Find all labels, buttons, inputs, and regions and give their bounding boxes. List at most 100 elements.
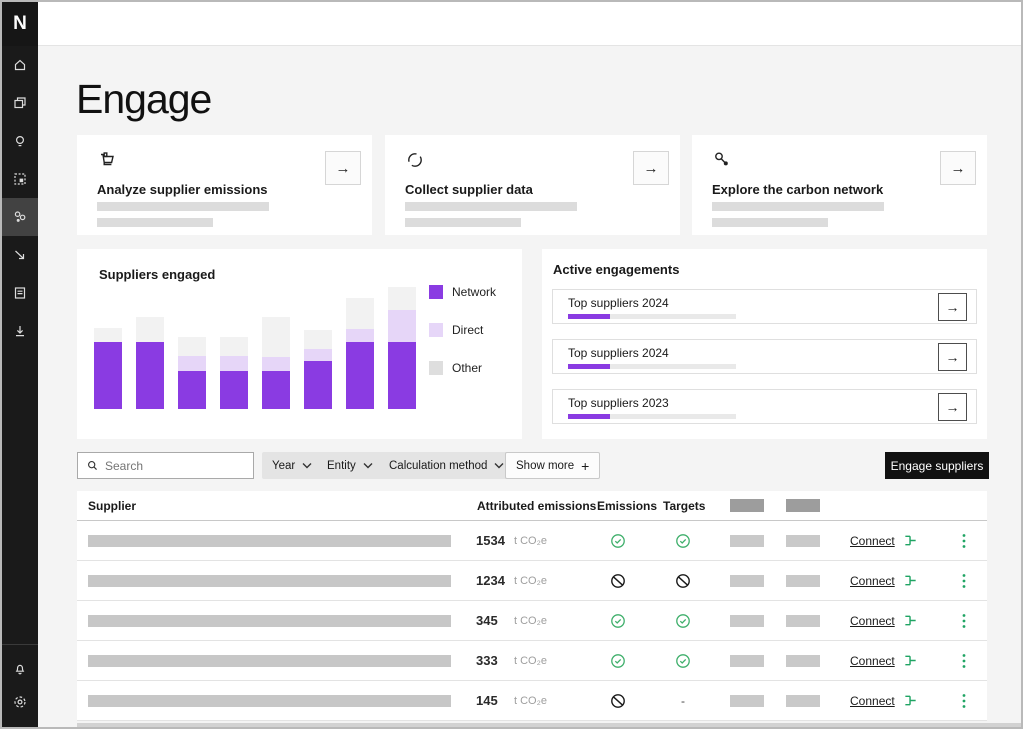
filter-year[interactable]: Year [262, 452, 322, 479]
table-row: 333 t CO₂e - - Connect [77, 641, 987, 681]
chart-trend-icon [12, 247, 28, 263]
bar-segment-other [178, 337, 206, 356]
bar-segment-direct [304, 349, 332, 361]
cell-placeholder [730, 615, 764, 627]
connect-plug-icon [903, 653, 918, 668]
arrow-right-icon: → [644, 160, 659, 177]
connect-link[interactable]: Connect [850, 653, 918, 668]
supplier-name-placeholder [88, 655, 451, 667]
check-circle-icon [610, 533, 626, 549]
supplier-name-placeholder [88, 695, 451, 707]
sidebar-item-report[interactable] [2, 274, 38, 312]
show-more-button[interactable]: Show more + [505, 452, 600, 479]
sidebar-item-slides[interactable] [2, 84, 38, 122]
engagement-arrow-button[interactable]: → [938, 393, 967, 421]
kebab-menu-icon[interactable] [955, 652, 973, 670]
supplier-name-placeholder [88, 535, 451, 547]
card-collect-supplier-data: Collect supplier data → [385, 135, 680, 235]
targets-status-icon: - [675, 653, 691, 669]
column-placeholder [786, 499, 820, 512]
legend-swatch [429, 285, 443, 299]
connect-link[interactable]: Connect [850, 573, 918, 588]
sidebar-item-engage[interactable] [2, 198, 38, 236]
engage-suppliers-button[interactable]: Engage suppliers [885, 452, 989, 479]
legend-item-other: Other [429, 361, 496, 375]
engagement-arrow-button[interactable]: → [938, 343, 967, 371]
filter-entity[interactable]: Entity [317, 452, 383, 479]
bar-segment-network [346, 342, 374, 409]
placeholder-bar [405, 218, 521, 227]
placeholder-bar [712, 202, 884, 211]
blocked-icon [610, 693, 626, 709]
cell-placeholder [730, 575, 764, 587]
bell-icon [12, 660, 28, 676]
placeholder-bar [97, 218, 213, 227]
engagement-row: Top suppliers 2024 → [552, 289, 977, 324]
home-icon [12, 57, 28, 73]
network-icon [712, 150, 732, 175]
logo-letter: N [13, 13, 27, 35]
progress-bar [568, 364, 736, 369]
bar-segment-network [136, 342, 164, 409]
connect-plug-icon [903, 613, 918, 628]
bar-segment-direct [388, 310, 416, 342]
document-icon [12, 285, 28, 301]
search-box[interactable] [77, 452, 254, 479]
bar-segment-direct [262, 357, 290, 371]
bar-segment-network [220, 371, 248, 409]
chevron-down-icon [494, 462, 504, 469]
search-input[interactable] [105, 459, 245, 473]
sidebar-item-insights[interactable] [2, 122, 38, 160]
bar-segment-network [94, 342, 122, 409]
supplier-name-placeholder [88, 615, 451, 627]
bar-segment-other [220, 337, 248, 356]
bar-segment-network [262, 371, 290, 409]
connect-link[interactable]: Connect [850, 693, 918, 708]
kebab-menu-icon[interactable] [955, 612, 973, 630]
app-window: N [0, 0, 1023, 729]
table-header: Supplier Attributed emissions Emissions … [77, 491, 987, 521]
suppliers-table: Supplier Attributed emissions Emissions … [77, 491, 987, 721]
arrow-right-icon: → [946, 299, 960, 315]
progress-bar [568, 314, 736, 319]
legend-swatch [429, 323, 443, 337]
cutoff-row-strip [77, 723, 1023, 729]
connect-plug-icon [903, 693, 918, 708]
card-arrow-button[interactable]: → [633, 151, 669, 185]
sidebar-item-settings[interactable] [2, 685, 38, 719]
emissions-status-icon: - [610, 613, 626, 629]
active-engagements-panel: Active engagements Top suppliers 2024 → … [542, 249, 987, 439]
bar-segment-network [388, 342, 416, 409]
legend-swatch [429, 361, 443, 375]
bar-segment-network [178, 371, 206, 409]
sidebar-item-import[interactable] [2, 312, 38, 350]
sidebar: N [2, 2, 38, 727]
slides-icon [12, 95, 28, 111]
sidebar-item-home[interactable] [2, 46, 38, 84]
arrow-right-icon: → [951, 160, 966, 177]
kebab-menu-icon[interactable] [955, 572, 973, 590]
kebab-menu-icon[interactable] [955, 692, 973, 710]
connect-link[interactable]: Connect [850, 613, 918, 628]
sidebar-item-notifications[interactable] [2, 651, 38, 685]
card-arrow-button[interactable]: → [940, 151, 976, 185]
sidebar-item-analytics[interactable] [2, 236, 38, 274]
card-arrow-button[interactable]: → [325, 151, 361, 185]
download-icon [12, 323, 28, 339]
bar-segment-other [304, 330, 332, 349]
top-bar [38, 2, 1021, 46]
engagement-arrow-button[interactable]: → [938, 293, 967, 321]
bar-column [346, 298, 374, 409]
kebab-menu-icon[interactable] [955, 532, 973, 550]
bar-segment-direct [178, 356, 206, 371]
cell-placeholder [786, 655, 820, 667]
filter-calculation-method[interactable]: Calculation method [379, 452, 514, 479]
card-title: Analyze supplier emissions [97, 182, 268, 197]
sidebar-item-select-area[interactable] [2, 160, 38, 198]
bar-segment-direct [346, 329, 374, 342]
targets-status-icon: - [675, 533, 691, 549]
cell-placeholder [786, 695, 820, 707]
emissions-status-icon: - [610, 573, 626, 589]
bar-column [262, 317, 290, 409]
connect-link[interactable]: Connect [850, 533, 918, 548]
